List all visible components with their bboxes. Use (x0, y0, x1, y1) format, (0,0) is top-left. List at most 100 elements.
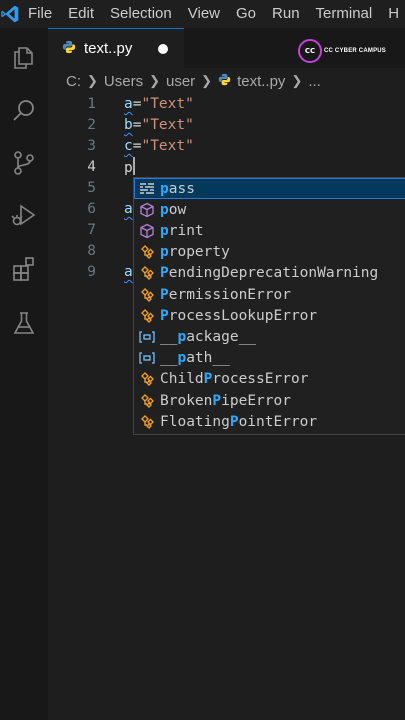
vscode-logo-icon (0, 0, 20, 28)
suggestion-suffix: ermissionError (168, 286, 291, 303)
suggestion-suffix: rocessError (212, 371, 309, 388)
breadcrumb-symbols[interactable]: ... (308, 73, 321, 90)
code-variable: b (124, 117, 133, 133)
variable-icon (136, 326, 158, 347)
search-icon[interactable] (7, 94, 41, 128)
suggestion-match: p (177, 350, 187, 367)
suggestion-match: p (160, 244, 169, 261)
class-icon (136, 242, 158, 263)
class-icon (136, 390, 158, 411)
code-typed-text: p (124, 160, 133, 176)
menu-selection[interactable]: Selection (102, 0, 180, 28)
code-variable: a (124, 201, 133, 217)
activity-bar (0, 28, 48, 720)
suggestion-item[interactable]: pass (134, 178, 405, 200)
suggestion-item[interactable]: BrokenPipeError (134, 390, 405, 411)
suggestion-item[interactable]: __path__ (134, 348, 405, 369)
suggestion-item[interactable]: property (134, 242, 405, 263)
suggestion-suffix: ass (168, 180, 195, 197)
suggestion-label: print (160, 223, 204, 239)
breadcrumb-drive[interactable]: C: (66, 73, 81, 90)
code-line[interactable]: 2 b="Text" (48, 115, 405, 136)
suggestion-label: __path__ (160, 350, 230, 366)
menu-help[interactable]: H (380, 0, 405, 28)
suggestion-suffix: roperty (168, 244, 230, 261)
tab-label: text..py (84, 40, 133, 57)
explorer-icon[interactable] (7, 40, 41, 74)
breadcrumb: C: ❯ Users ❯ user ❯ text..py ❯ ... (48, 68, 405, 94)
suggestion-item[interactable]: PendingDeprecationWarning (134, 263, 405, 284)
suggestion-suffix: ackage__ (186, 328, 257, 345)
extensions-icon[interactable] (7, 252, 41, 286)
suggestion-prefix: Floating (160, 413, 230, 430)
suggestion-label: property (160, 244, 230, 260)
suggestion-item[interactable]: __package__ (134, 326, 405, 347)
line-number: 4 (87, 159, 96, 175)
breadcrumb-user[interactable]: user (166, 73, 195, 90)
code-variable: c (124, 138, 133, 154)
suggestion-prefix: Child (160, 371, 204, 388)
chevron-right-icon: ❯ (291, 73, 303, 88)
variable-icon (136, 348, 158, 369)
line-number: 7 (87, 222, 96, 238)
menu-run[interactable]: Run (264, 0, 308, 28)
suggestion-label: BrokenPipeError (160, 393, 291, 409)
source-control-icon[interactable] (7, 146, 41, 180)
method-cube-icon (136, 220, 158, 241)
line-number: 8 (87, 243, 96, 259)
code-line-active[interactable]: 4 p (48, 157, 405, 178)
suggestion-prefix: Broken (160, 392, 213, 409)
suggestion-suffix: endingDeprecationWarning (168, 265, 379, 282)
suggestion-item[interactable]: ProcessLookupError (134, 305, 405, 326)
menu-go[interactable]: Go (228, 0, 264, 28)
suggestion-match: p (177, 328, 187, 345)
text-cursor (132, 157, 135, 175)
suggestion-item[interactable]: pow (134, 199, 405, 220)
suggestion-label: ChildProcessError (160, 371, 308, 387)
class-icon (136, 411, 158, 432)
suggestion-match: p (160, 180, 169, 197)
suggestion-match: P (160, 265, 169, 282)
tab-text-py[interactable]: text..py (48, 28, 184, 68)
class-icon (136, 284, 158, 305)
menu-file[interactable]: File (20, 0, 60, 28)
line-number: 2 (87, 117, 96, 133)
suggestion-label: __package__ (160, 329, 256, 345)
code-line[interactable]: 1 a="Text" (48, 94, 405, 115)
logo-mark: CC (298, 39, 322, 63)
suggestion-suffix: ointError (238, 413, 318, 430)
chevron-right-icon: ❯ (149, 73, 160, 88)
python-file-icon (218, 73, 231, 90)
cyber-campus-logo: CC CC CYBER CAMPUS (298, 39, 386, 63)
line-number: 3 (87, 138, 96, 154)
unsaved-dot-icon[interactable] (158, 44, 168, 54)
suggestion-suffix: rint (168, 222, 204, 239)
autocomplete-suggestion-list[interactable]: pass pow print property PendingDeprecationWa… (133, 177, 405, 435)
breadcrumb-file[interactable]: text..py (237, 73, 285, 90)
suggestion-match: p (160, 222, 169, 239)
suggestion-suffix: ow (168, 201, 187, 218)
suggestion-label: PermissionError (160, 287, 291, 303)
suggestion-item[interactable]: PermissionError (134, 284, 405, 305)
suggestion-suffix: rocessLookupError (168, 307, 318, 324)
suggestion-prefix: __ (160, 328, 178, 345)
suggestion-match: P (160, 307, 169, 324)
suggestion-item[interactable]: ChildProcessError (134, 369, 405, 390)
suggestion-suffix: ath__ (186, 350, 230, 367)
menu-edit[interactable]: Edit (60, 0, 102, 28)
code-line[interactable]: 3 c="Text" (48, 136, 405, 157)
menu-terminal[interactable]: Terminal (308, 0, 381, 28)
testing-icon[interactable] (7, 306, 41, 340)
suggestion-label: pow (160, 202, 186, 218)
menu-view[interactable]: View (180, 0, 228, 28)
line-number: 9 (87, 264, 96, 280)
suggestion-match: P (229, 413, 239, 430)
suggestion-item[interactable]: print (134, 220, 405, 241)
class-icon (136, 305, 158, 326)
breadcrumb-users[interactable]: Users (104, 73, 143, 90)
suggestion-label: ProcessLookupError (160, 308, 317, 324)
python-file-icon (62, 39, 76, 58)
suggestion-item[interactable]: FloatingPointError (134, 411, 405, 432)
chevron-right-icon: ❯ (87, 73, 98, 88)
run-debug-icon[interactable] (7, 198, 41, 232)
